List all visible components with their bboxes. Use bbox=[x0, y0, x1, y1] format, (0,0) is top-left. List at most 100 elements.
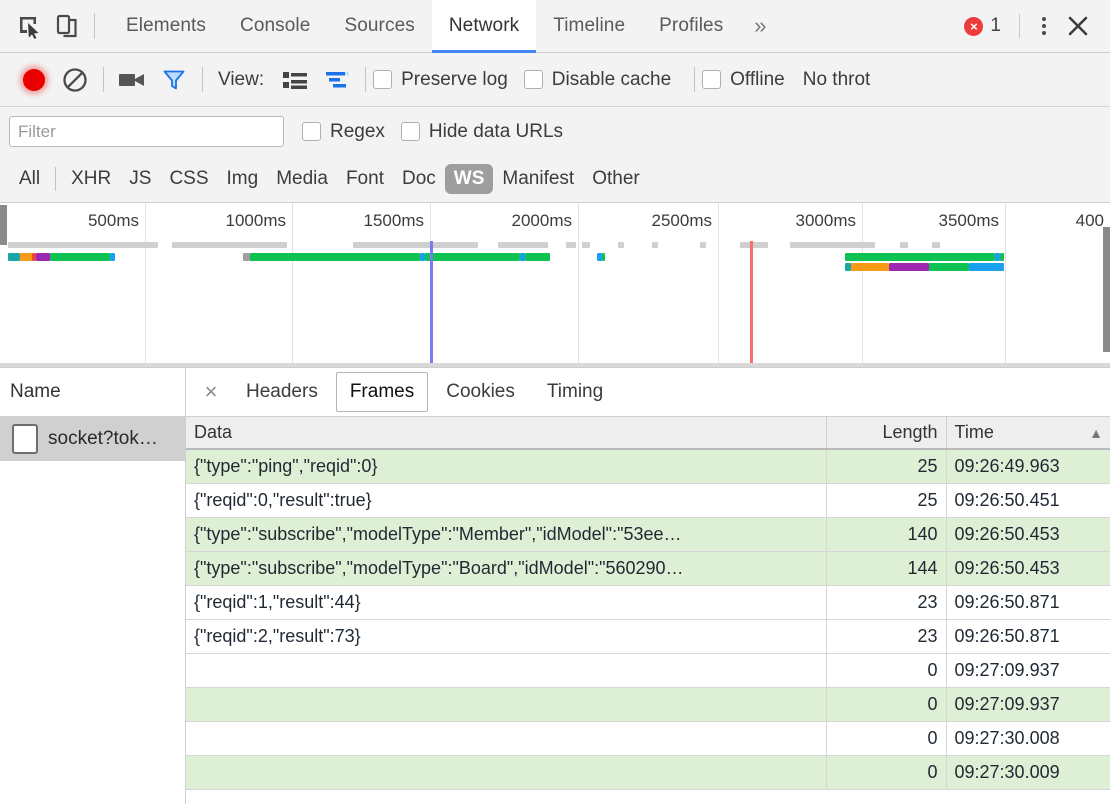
column-header-length[interactable]: Length bbox=[826, 417, 946, 449]
tabbar-divider bbox=[94, 13, 95, 39]
type-filter-all[interactable]: All bbox=[10, 164, 49, 194]
network-overview-timeline[interactable]: 500ms1000ms1500ms2000ms2500ms3000ms3500m… bbox=[0, 203, 1110, 368]
requests-name-column-header[interactable]: Name bbox=[0, 368, 185, 417]
tab-profiles[interactable]: Profiles bbox=[642, 0, 740, 52]
table-row[interactable]: 009:27:30.008 bbox=[186, 721, 1110, 755]
type-filter-css[interactable]: CSS bbox=[160, 164, 217, 194]
table-row[interactable]: {"type":"ping","reqid":0}2509:26:49.963 bbox=[186, 449, 1110, 483]
disable-cache-checkbox[interactable]: Disable cache bbox=[524, 69, 671, 91]
regex-label: Regex bbox=[330, 121, 385, 143]
toolbar-divider-2 bbox=[202, 67, 203, 92]
throttling-select[interactable]: No throt bbox=[803, 69, 871, 91]
tab-cookies[interactable]: Cookies bbox=[432, 372, 529, 412]
table-row[interactable]: {"reqid":0,"result":true}2509:26:50.451 bbox=[186, 483, 1110, 517]
overview-window-right-handle[interactable] bbox=[1103, 227, 1110, 352]
document-icon bbox=[12, 424, 38, 454]
tab-console[interactable]: Console bbox=[223, 0, 327, 52]
record-button[interactable] bbox=[14, 60, 54, 100]
toolbar-divider-1 bbox=[103, 67, 104, 92]
timeline-total-bar bbox=[498, 242, 548, 248]
timeline-segment-bar bbox=[929, 263, 969, 271]
tabs-overflow-button[interactable]: » bbox=[740, 0, 780, 52]
column-header-time[interactable]: Time ▲ bbox=[946, 417, 1110, 449]
tab-elements[interactable]: Elements bbox=[109, 0, 223, 52]
overview-window-left-handle[interactable] bbox=[0, 205, 7, 245]
network-split-pane: Name socket?tok… × Headers Frames Cookie… bbox=[0, 368, 1110, 804]
waterfall-view-icon[interactable] bbox=[316, 60, 358, 100]
timeline-total-bar bbox=[652, 242, 658, 248]
timeline-gridline bbox=[578, 203, 579, 367]
table-row[interactable]: {"reqid":1,"result":44}2309:26:50.871 bbox=[186, 585, 1110, 619]
timeline-total-bar bbox=[566, 242, 576, 248]
device-toolbar-icon[interactable] bbox=[48, 7, 86, 45]
filter-bar: Regex Hide data URLs bbox=[0, 107, 1110, 156]
frame-length-cell: 25 bbox=[826, 449, 946, 483]
timeline-tick-label: 3000ms bbox=[796, 211, 862, 231]
capture-screenshots-icon[interactable] bbox=[111, 60, 153, 100]
request-row-socket[interactable]: socket?tok… bbox=[0, 417, 185, 461]
frame-data-cell bbox=[186, 653, 826, 687]
type-filter-font[interactable]: Font bbox=[337, 164, 393, 194]
table-row[interactable]: {"reqid":2,"result":73}2309:26:50.871 bbox=[186, 619, 1110, 653]
close-devtools-icon[interactable] bbox=[1060, 8, 1096, 44]
tab-timeline[interactable]: Timeline bbox=[536, 0, 642, 52]
offline-checkbox[interactable]: Offline bbox=[702, 69, 785, 91]
type-filter-media[interactable]: Media bbox=[267, 164, 337, 194]
frame-data-cell: {"type":"subscribe","modelType":"Member"… bbox=[186, 517, 826, 551]
preserve-log-checkbox[interactable]: Preserve log bbox=[373, 69, 508, 91]
column-header-data[interactable]: Data bbox=[186, 417, 826, 449]
frame-time-cell: 09:27:09.937 bbox=[946, 687, 1110, 721]
clear-button[interactable] bbox=[54, 60, 96, 100]
table-row[interactable]: {"type":"subscribe","modelType":"Board",… bbox=[186, 551, 1110, 585]
frame-data-cell: {"type":"ping","reqid":0} bbox=[186, 449, 826, 483]
filter-icon[interactable] bbox=[153, 60, 195, 100]
frame-data-cell: {"reqid":2,"result":73} bbox=[186, 619, 826, 653]
hide-data-urls-checkbox[interactable]: Hide data URLs bbox=[401, 121, 563, 143]
error-count-badge[interactable]: × 1 bbox=[954, 15, 1011, 37]
type-filter-other[interactable]: Other bbox=[583, 164, 649, 194]
tab-sources[interactable]: Sources bbox=[327, 0, 431, 52]
type-filter-doc[interactable]: Doc bbox=[393, 164, 445, 194]
frame-length-cell: 140 bbox=[826, 517, 946, 551]
timeline-total-bar bbox=[900, 242, 908, 248]
timeline-segment-bar bbox=[36, 253, 50, 261]
type-filter-img[interactable]: Img bbox=[218, 164, 268, 194]
request-name-label: socket?tok… bbox=[48, 428, 158, 450]
tab-timing[interactable]: Timing bbox=[533, 372, 617, 412]
table-row[interactable]: 009:27:09.937 bbox=[186, 653, 1110, 687]
type-filter-manifest[interactable]: Manifest bbox=[493, 164, 583, 194]
type-filter-xhr[interactable]: XHR bbox=[62, 164, 120, 194]
regex-checkbox[interactable]: Regex bbox=[302, 121, 385, 143]
table-row[interactable]: 009:27:09.937 bbox=[186, 687, 1110, 721]
timeline-segment-bar bbox=[525, 253, 550, 261]
frame-time-cell: 09:27:30.008 bbox=[946, 721, 1110, 755]
tab-sources-label: Sources bbox=[344, 15, 414, 37]
type-filter-ws[interactable]: WS bbox=[445, 164, 494, 194]
list-view-icon[interactable] bbox=[274, 60, 316, 100]
table-row[interactable]: 009:27:30.009 bbox=[186, 755, 1110, 789]
devtools-tabbar: Elements Console Sources Network Timelin… bbox=[0, 0, 1110, 53]
request-list-pane: Name socket?tok… bbox=[0, 368, 186, 804]
tabbar-right-controls: × 1 bbox=[954, 0, 1110, 52]
type-filter-js[interactable]: JS bbox=[120, 164, 160, 194]
tab-frames[interactable]: Frames bbox=[336, 372, 428, 412]
frame-data-cell bbox=[186, 721, 826, 755]
view-label: View: bbox=[218, 69, 264, 91]
table-row[interactable]: {"type":"subscribe","modelType":"Member"… bbox=[186, 517, 1110, 551]
timeline-total-bar bbox=[700, 242, 706, 248]
frame-data-cell bbox=[186, 755, 826, 789]
timeline-tick-label: 2000ms bbox=[512, 211, 578, 231]
tab-network[interactable]: Network bbox=[432, 0, 536, 52]
hide-data-urls-box bbox=[401, 122, 420, 141]
dom-content-loaded-marker bbox=[430, 241, 433, 367]
tab-headers[interactable]: Headers bbox=[232, 372, 332, 412]
record-icon bbox=[23, 69, 45, 91]
timeline-ruler: 500ms1000ms1500ms2000ms2500ms3000ms3500m… bbox=[0, 203, 1110, 241]
column-header-time-label: Time bbox=[955, 422, 994, 442]
timeline-segment-bar bbox=[845, 253, 995, 261]
search-input[interactable] bbox=[9, 116, 284, 147]
close-detail-icon[interactable]: × bbox=[192, 368, 230, 416]
frames-table-container[interactable]: Data Length Time ▲ {"type":"ping","reqid… bbox=[186, 417, 1110, 804]
main-menu-icon[interactable] bbox=[1028, 8, 1060, 44]
inspect-element-icon[interactable] bbox=[10, 7, 48, 45]
